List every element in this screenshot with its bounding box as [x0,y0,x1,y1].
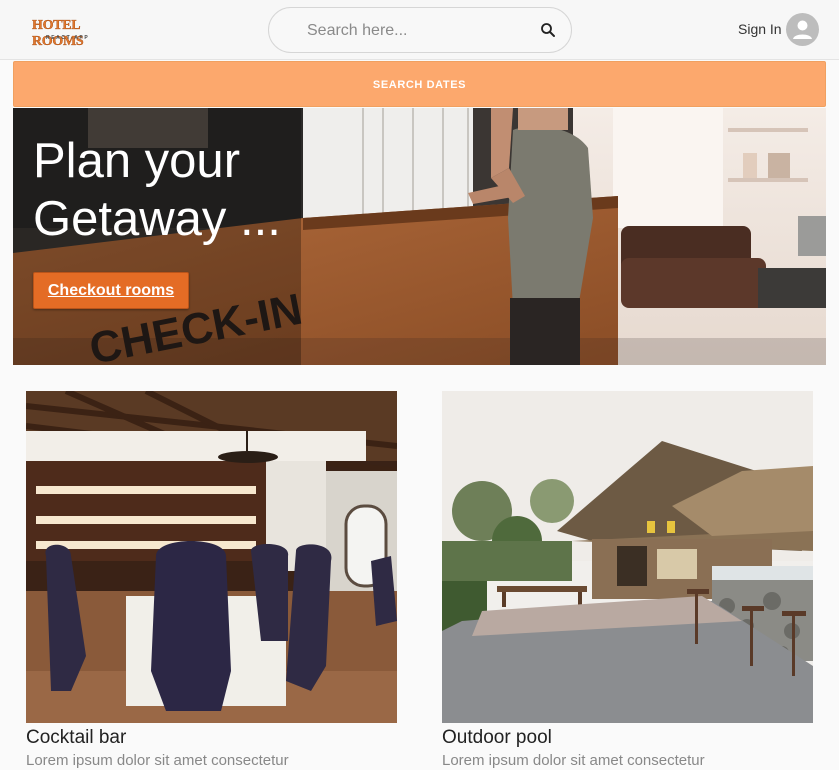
card-title: Cocktail bar [26,727,127,748]
checkout-rooms-button[interactable]: Checkout rooms [33,272,189,309]
logo-subtitle: REACT-APP [46,35,90,41]
hero-heading: Plan your Getaway ... [33,132,313,248]
top-navigation-bar: HOTEL ROOMS REACT-APP Sign In [0,0,839,60]
hero-banner: CHECK-IN Plan your Getaway ... Checkout … [13,108,826,365]
search-dates-button[interactable]: SEARCH DATES [13,61,826,107]
hotel-rooms-logo[interactable]: HOTEL ROOMS REACT-APP [32,18,116,49]
account-circle-icon[interactable] [786,13,819,46]
logo-title: HOTEL ROOMS [32,18,84,49]
search-input[interactable] [307,20,527,42]
outdoor-pool-photo[interactable] [442,391,813,723]
room-card-cocktail-bar[interactable]: Cocktail bar Lorem ipsum dolor sit amet … [26,391,397,770]
cocktail-bar-photo[interactable] [26,391,397,723]
hero-heading-line-1: Plan your [33,134,241,188]
card-description: Lorem ipsum dolor sit amet consectetur [442,752,705,769]
hero-heading-line-2: Getaway ... [33,192,281,246]
search-icon[interactable] [539,21,557,39]
room-card-outdoor-pool[interactable]: Outdoor pool Lorem ipsum dolor sit amet … [442,391,813,770]
card-description: Lorem ipsum dolor sit amet consectetur [26,752,289,769]
sign-in-link[interactable]: Sign In [738,21,782,37]
card-title: Outdoor pool [442,727,552,748]
search-bar [268,7,572,53]
